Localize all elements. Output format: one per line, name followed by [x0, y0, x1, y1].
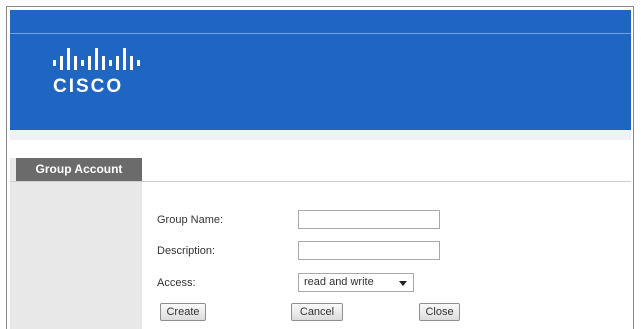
access-select[interactable]: read and write	[298, 273, 414, 292]
chevron-down-icon	[399, 281, 407, 286]
section-divider	[10, 181, 631, 182]
access-label: Access:	[157, 277, 196, 289]
description-label: Description:	[157, 245, 216, 257]
group-name-label: Group Name:	[157, 214, 224, 226]
description-input[interactable]	[298, 241, 440, 260]
header-subband	[10, 130, 631, 140]
cisco-logo-text: CISCO	[53, 76, 124, 97]
cisco-bars-icon	[53, 48, 140, 70]
sidebar-item-group-account[interactable]: Group Account	[16, 158, 142, 181]
create-button[interactable]: Create	[160, 303, 206, 321]
header-divider	[10, 33, 631, 34]
group-name-input[interactable]	[298, 210, 440, 229]
access-select-value: read and write	[304, 276, 374, 288]
sidebar	[10, 158, 142, 329]
close-button[interactable]: Close	[419, 303, 460, 321]
cancel-button[interactable]: Cancel	[291, 303, 343, 321]
